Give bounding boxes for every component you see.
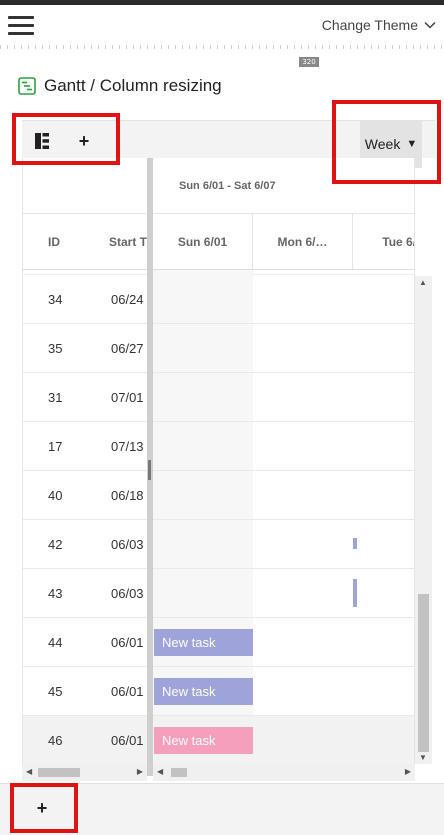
task-bar-mini[interactable] [353,538,357,549]
cell-id: 31 [48,389,63,405]
scroll-right-icon[interactable]: ▶ [137,767,143,776]
task-grid: ID Start T 34 06/24 35 06/27 31 07/01 17 07/… [22,158,147,776]
timeline-row: New task [153,667,414,716]
timeline-row [153,471,414,520]
timeline-row [153,422,414,471]
add-task-button[interactable]: + [72,130,96,152]
cell-start: 06/03 [111,536,144,552]
width-badge: 320 [299,57,319,67]
cell-id: 44 [48,634,63,650]
add-row-button[interactable]: + [30,796,54,820]
width-ruler [0,45,444,49]
timeline-row-selected: New task [153,716,414,765]
scroll-left-icon[interactable]: ◀ [26,767,32,776]
cell-start: 06/18 [111,487,144,503]
dropdown-arrow-icon: ▼ [406,138,418,150]
timeline-row [153,569,414,618]
cell-start: 06/27 [111,340,144,356]
top-bar: Change Theme [0,5,444,45]
timeline-row [153,275,414,324]
table-row[interactable]: 44 06/01 [23,618,147,667]
table-row[interactable]: 17 07/13 [23,422,147,471]
cell-id: 46 [48,732,63,748]
timeline-scroll-thumb[interactable] [171,768,187,777]
day-header: Tue 6/0 [353,214,414,269]
title-row: Gantt / Column resizing [18,76,222,96]
grid-header-spacer [23,158,147,214]
cell-start: 06/24 [111,291,144,307]
timeline-range-label: Sun 6/01 - Sat 6/07 [153,158,414,214]
column-header-id[interactable]: ID [23,235,85,249]
chevron-down-icon [424,21,436,29]
table-row[interactable]: 43 06/03 [23,569,147,618]
vertical-scrollbar[interactable]: ▲ ▼ [415,276,432,764]
day-header: Mon 6/… [253,214,353,269]
timeline-horizontal-scrollbar[interactable]: ◀ ▶ [153,764,415,781]
table-row[interactable]: 45 06/01 [23,667,147,716]
table-row[interactable]: 35 06/27 [23,324,147,373]
cell-id: 45 [48,683,63,699]
toggle-grid-button[interactable] [30,130,54,152]
scroll-up-icon[interactable]: ▲ [419,278,427,287]
cell-id: 35 [48,340,63,356]
change-theme-label: Change Theme [321,17,418,33]
table-row[interactable]: 34 06/24 [23,275,147,324]
day-header: Sun 6/01 [153,214,253,269]
table-row[interactable]: 42 06/03 [23,520,147,569]
cell-start: 06/01 [111,634,144,650]
grid-horizontal-scrollbar[interactable]: ◀ ▶ [22,764,147,781]
column-layout-icon [35,133,49,149]
timeline-row [153,520,414,569]
scroll-left-icon[interactable]: ◀ [157,767,163,776]
splitter-grip[interactable] [148,460,151,480]
cell-start: 07/13 [111,438,144,454]
grid-scroll-thumb[interactable] [38,768,80,777]
task-bar[interactable]: New task [154,727,253,754]
task-bar-mini[interactable] [353,579,357,607]
view-mode-label: Week [364,136,401,152]
scroll-down-icon[interactable]: ▼ [419,753,427,762]
cell-id: 43 [48,585,63,601]
cell-id: 42 [48,536,63,552]
cell-id: 17 [48,438,63,454]
cell-id: 40 [48,487,63,503]
vertical-scroll-thumb[interactable] [418,594,429,752]
table-row[interactable]: 40 06/18 [23,471,147,520]
timeline-body: New task New task New task [153,270,414,770]
cell-start: 06/01 [111,683,144,699]
table-row-selected[interactable]: 46 06/01 [23,716,147,765]
column-header-start[interactable]: Start T [85,235,147,249]
page-title: Gantt / Column resizing [44,76,222,95]
gantt-icon [18,77,36,95]
cell-id: 34 [48,291,63,307]
menu-icon[interactable] [8,16,34,36]
grid-header: ID Start T [23,214,147,270]
timeline-row: New task [153,618,414,667]
bottom-toolbar: + [0,783,444,835]
cell-start: 06/01 [111,732,144,748]
table-row[interactable]: 31 07/01 [23,373,147,422]
cell-start: 06/03 [111,585,144,601]
task-bar[interactable]: New task [154,678,253,705]
gantt-timeline: Sun 6/01 - Sat 6/07 Sun 6/01 Mon 6/… Tue… [153,158,415,776]
timeline-row [153,373,414,422]
timeline-row [153,324,414,373]
timeline-day-header: Sun 6/01 Mon 6/… Tue 6/0 [153,214,414,270]
scroll-right-icon[interactable]: ▶ [405,767,411,776]
task-bar[interactable]: New task [154,629,253,656]
cell-start: 07/01 [111,389,144,405]
change-theme-button[interactable]: Change Theme [322,17,436,33]
